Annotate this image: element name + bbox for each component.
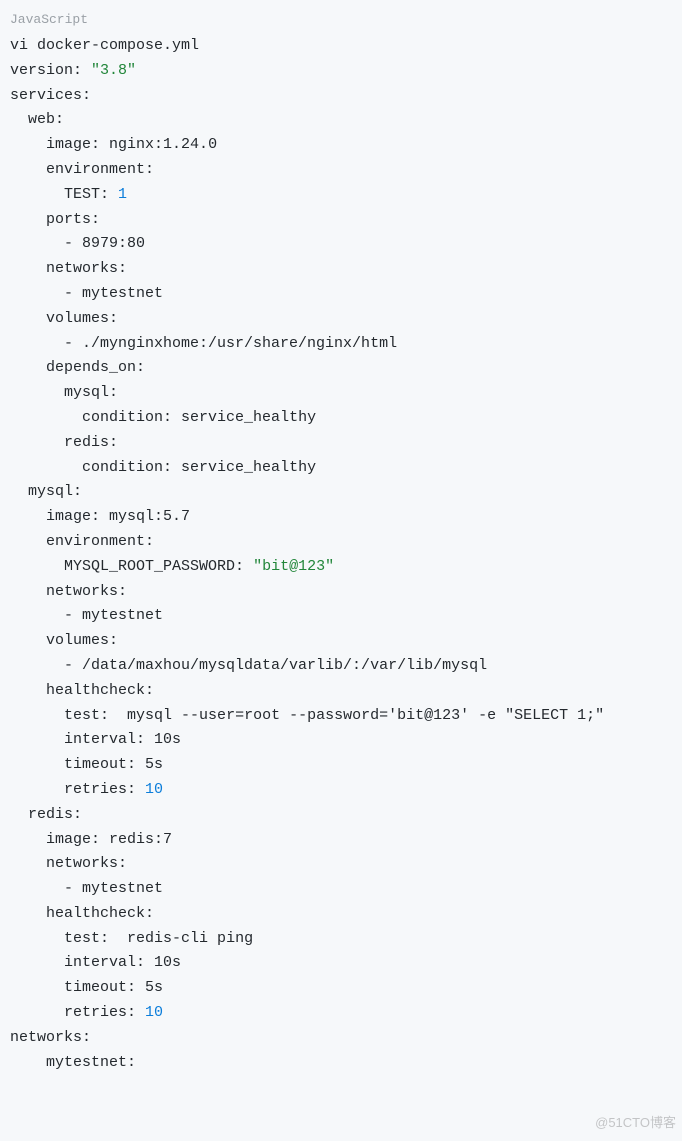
line: vi docker-compose.yml [10, 37, 199, 54]
line: timeout: 5s [10, 979, 163, 996]
line: - 8979:80 [10, 235, 145, 252]
line: test: mysql --user=root --password='bit@… [10, 707, 604, 724]
line: environment: [10, 161, 154, 178]
line: - mytestnet [10, 607, 163, 624]
line: ports: [10, 211, 100, 228]
line: volumes: [10, 632, 118, 649]
line: networks: [10, 855, 127, 872]
line: mysql: [10, 384, 118, 401]
line: retries: 10 [10, 781, 163, 798]
line: - mytestnet [10, 285, 163, 302]
line: version: "3.8" [10, 62, 136, 79]
line: image: redis:7 [10, 831, 172, 848]
line: web: [10, 111, 64, 128]
watermark: @51CTO博客 [595, 1111, 676, 1135]
line: TEST: 1 [10, 186, 127, 203]
line: healthcheck: [10, 682, 154, 699]
line: condition: service_healthy [10, 409, 316, 426]
line: networks: [10, 260, 127, 277]
line: interval: 10s [10, 954, 181, 971]
line: redis: [10, 806, 82, 823]
line: redis: [10, 434, 118, 451]
code-content: vi docker-compose.yml version: "3.8" ser… [10, 34, 672, 1075]
line: volumes: [10, 310, 118, 327]
line: services: [10, 87, 91, 104]
line: networks: [10, 1029, 91, 1046]
line: environment: [10, 533, 154, 550]
line: - ./mynginxhome:/usr/share/nginx/html [10, 335, 397, 352]
line: healthcheck: [10, 905, 154, 922]
line: - mytestnet [10, 880, 163, 897]
line: condition: service_healthy [10, 459, 316, 476]
code-block: JavaScript vi docker-compose.yml version… [0, 0, 682, 1083]
line: mytestnet: [10, 1054, 136, 1071]
line: timeout: 5s [10, 756, 163, 773]
lang-label: JavaScript [10, 8, 672, 32]
line: test: redis-cli ping [10, 930, 253, 947]
line: networks: [10, 583, 127, 600]
line: retries: 10 [10, 1004, 163, 1021]
line: interval: 10s [10, 731, 181, 748]
line: image: mysql:5.7 [10, 508, 190, 525]
line: mysql: [10, 483, 82, 500]
line: image: nginx:1.24.0 [10, 136, 217, 153]
line: MYSQL_ROOT_PASSWORD: "bit@123" [10, 558, 334, 575]
line: - /data/maxhou/mysqldata/varlib/:/var/li… [10, 657, 487, 674]
line: depends_on: [10, 359, 145, 376]
